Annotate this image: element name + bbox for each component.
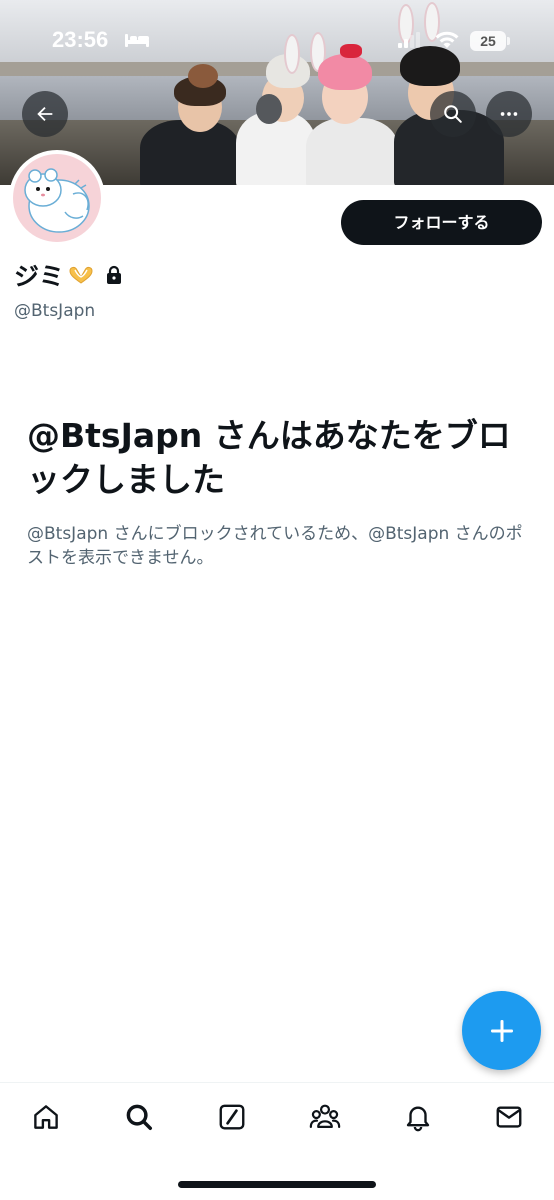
- battery-tip: [507, 37, 510, 45]
- nav-grok[interactable]: [216, 1101, 248, 1133]
- search-button[interactable]: [430, 91, 476, 137]
- communities-icon: [309, 1104, 341, 1128]
- profile-avatar[interactable]: [9, 150, 105, 246]
- bell-icon: [406, 1106, 430, 1132]
- cellular-signal-icon: [398, 32, 420, 48]
- display-name: ジミ: [14, 262, 65, 291]
- blocked-description: @BtsJapn さんにブロックされているため、@BtsJapn さんのポストを…: [27, 524, 523, 568]
- status-time: 23:56: [52, 27, 109, 52]
- battery-level: 25: [480, 33, 496, 49]
- plush-toy: [256, 94, 282, 124]
- nav-notifications[interactable]: [402, 1101, 434, 1133]
- nav-home[interactable]: [30, 1101, 62, 1133]
- grok-icon: [219, 1104, 245, 1130]
- wifi-icon: [435, 31, 459, 48]
- arrow-left-icon: [37, 106, 53, 122]
- blocked-title: @BtsJapn さんはあなたをブロックしました: [27, 416, 511, 499]
- follow-button[interactable]: フォローする: [341, 200, 542, 245]
- nav-messages[interactable]: [493, 1101, 525, 1133]
- more-button[interactable]: [486, 91, 532, 137]
- compose-button[interactable]: [462, 991, 541, 1070]
- nav-search[interactable]: [123, 1101, 155, 1133]
- home-icon: [34, 1105, 58, 1129]
- search-icon: [444, 105, 462, 123]
- banner-person: [236, 112, 316, 185]
- lock-icon: [107, 265, 122, 284]
- hamster-illustration: [24, 168, 90, 233]
- more-horizontal-icon: [500, 112, 518, 116]
- avatar-image: [13, 154, 101, 242]
- banner-person: [306, 118, 398, 185]
- plus-icon: [490, 1019, 513, 1042]
- profile-name-row: ジミ: [14, 258, 123, 292]
- battery-indicator: 25: [470, 31, 506, 51]
- sleep-focus-icon: [125, 34, 149, 47]
- nav-communities[interactable]: [309, 1101, 341, 1133]
- search-icon: [126, 1104, 152, 1130]
- mail-icon: [496, 1106, 522, 1128]
- status-bar: 23:56 25: [0, 0, 554, 84]
- back-button[interactable]: [22, 91, 68, 137]
- home-indicator[interactable]: [178, 1181, 376, 1188]
- profile-handle: @BtsJapn: [14, 301, 96, 321]
- heart-hands-emoji-icon: [69, 267, 93, 284]
